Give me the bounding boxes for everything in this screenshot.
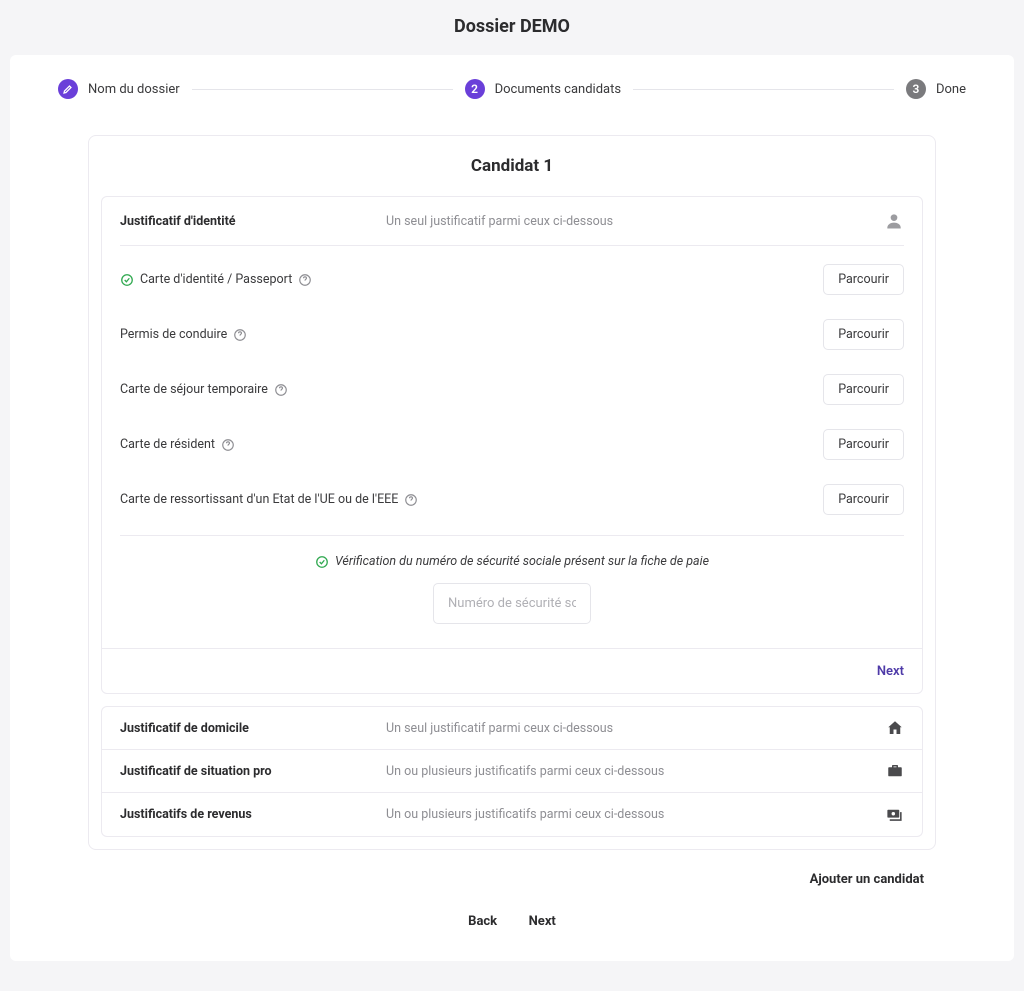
section-title: Justificatif d'identité (120, 214, 370, 229)
step-3[interactable]: 3 Done (906, 79, 966, 99)
bottom-nav: Back Next (58, 913, 966, 929)
home-icon (886, 719, 904, 737)
browse-button[interactable]: Parcourir (823, 429, 904, 460)
check-icon (120, 273, 134, 287)
step-1[interactable]: Nom du dossier (58, 79, 180, 99)
step-divider (192, 89, 453, 90)
step-number-icon: 3 (906, 79, 926, 99)
situation-pro-section[interactable]: Justificatif de situation pro Un ou plus… (101, 750, 923, 793)
briefcase-icon (886, 762, 904, 780)
section-title: Justificatif de domicile (120, 721, 370, 736)
person-icon (884, 211, 904, 231)
document-row: Permis de conduire Parcourir (120, 307, 904, 362)
next-button[interactable]: Next (877, 664, 904, 679)
document-label: Carte d'identité / Passeport (140, 272, 292, 287)
help-icon[interactable] (274, 383, 288, 397)
check-icon (315, 555, 329, 569)
back-button[interactable]: Back (468, 914, 497, 929)
domicile-section[interactable]: Justificatif de domicile Un seul justifi… (101, 706, 923, 750)
document-label: Carte de résident (120, 437, 215, 452)
money-icon (885, 805, 904, 824)
main-card: Nom du dossier 2 Documents candidats 3 D… (10, 55, 1014, 961)
step-label: Nom du dossier (88, 82, 180, 97)
help-icon[interactable] (233, 328, 247, 342)
document-label: Permis de conduire (120, 327, 227, 342)
browse-button[interactable]: Parcourir (823, 319, 904, 350)
step-2[interactable]: 2 Documents candidats (465, 79, 622, 99)
section-description: Un ou plusieurs justificatifs parmi ceux… (386, 807, 869, 822)
step-label: Done (936, 82, 966, 97)
browse-button[interactable]: Parcourir (823, 484, 904, 515)
pencil-icon (58, 79, 78, 99)
stepper: Nom du dossier 2 Documents candidats 3 D… (58, 79, 966, 99)
document-label: Carte de ressortissant d'un Etat de l'UE… (120, 492, 398, 507)
browse-button[interactable]: Parcourir (823, 374, 904, 405)
section-header-identity[interactable]: Justificatif d'identité Un seul justific… (102, 197, 922, 245)
identity-section: Justificatif d'identité Un seul justific… (101, 196, 923, 694)
revenus-section[interactable]: Justificatifs de revenus Un ou plusieurs… (101, 793, 923, 837)
document-row: Carte de séjour temporaire Parcourir (120, 362, 904, 417)
ssn-input[interactable] (433, 583, 591, 624)
section-description: Un seul justificatif parmi ceux ci-desso… (386, 721, 870, 736)
section-title: Justificatifs de revenus (120, 807, 370, 822)
section-footer: Next (102, 648, 922, 693)
candidate-panel: Candidat 1 Justificatif d'identité Un se… (88, 135, 936, 850)
browse-button[interactable]: Parcourir (823, 264, 904, 295)
next-button[interactable]: Next (529, 914, 556, 929)
section-description: Un seul justificatif parmi ceux ci-desso… (386, 214, 868, 229)
document-row: Carte de résident Parcourir (120, 417, 904, 472)
document-row: Carte d'identité / Passeport Parcourir (120, 252, 904, 307)
page-title: Dossier DEMO (10, 16, 1014, 37)
step-number-icon: 2 (465, 79, 485, 99)
step-label: Documents candidats (495, 82, 622, 97)
help-icon[interactable] (298, 273, 312, 287)
section-title: Justificatif de situation pro (120, 764, 370, 779)
verification-block: Vérification du numéro de sécurité socia… (102, 536, 922, 648)
panel-title: Candidat 1 (89, 156, 935, 176)
document-row: Carte de ressortissant d'un Etat de l'UE… (120, 472, 904, 527)
collapsed-sections: Justificatif de domicile Un seul justifi… (101, 706, 923, 837)
document-list: Carte d'identité / Passeport Parcourir P… (102, 246, 922, 527)
help-icon[interactable] (404, 493, 418, 507)
document-label: Carte de séjour temporaire (120, 382, 268, 397)
help-icon[interactable] (221, 438, 235, 452)
step-divider (633, 89, 894, 90)
section-description: Un ou plusieurs justificatifs parmi ceux… (386, 764, 870, 779)
verification-text: Vérification du numéro de sécurité socia… (315, 554, 709, 569)
add-candidate-button[interactable]: Ajouter un candidat (88, 872, 936, 887)
